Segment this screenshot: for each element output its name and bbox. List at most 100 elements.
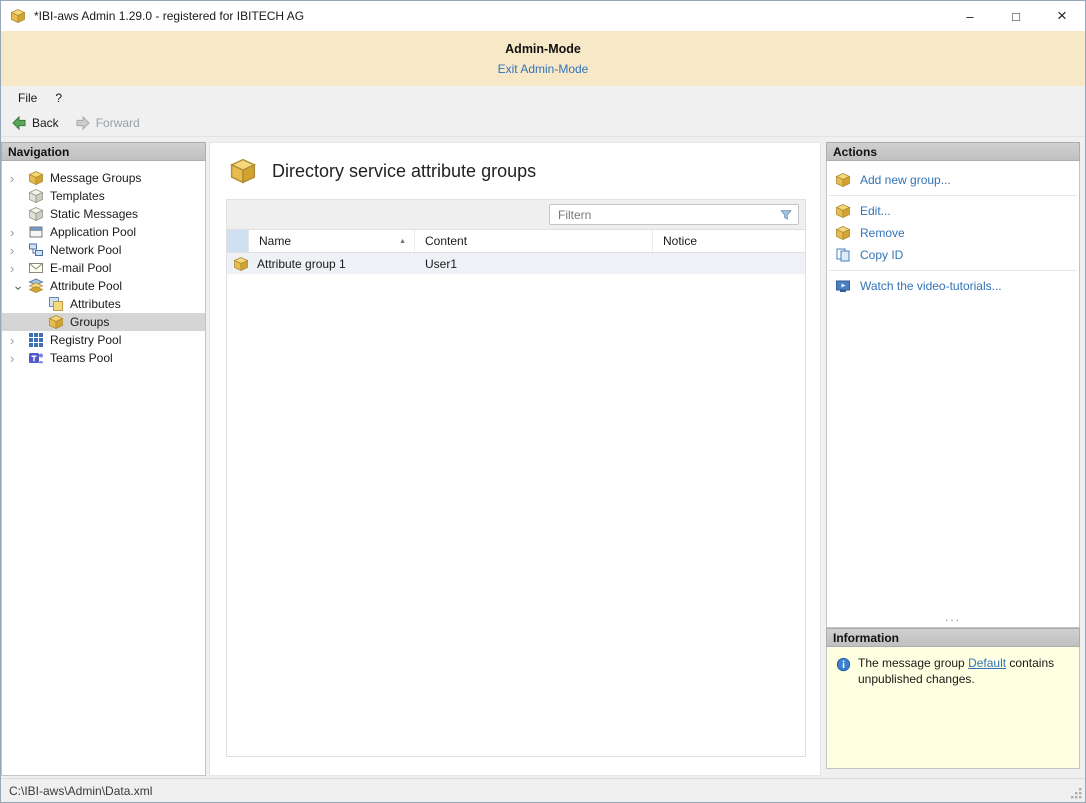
groups-list-view: Name ▲ Content Notice Attribute group 1 …	[226, 199, 806, 757]
sidebar-item-attribute-pool[interactable]: › Attribute Pool	[2, 277, 205, 295]
sidebar-item-label: Application Pool	[50, 225, 136, 239]
information-header: Information	[826, 628, 1080, 647]
back-button[interactable]: Back	[11, 115, 59, 131]
chevron-right-icon[interactable]: ›	[10, 352, 28, 365]
tool-bar: Back Forward	[1, 110, 1085, 137]
teams-pool-icon	[28, 350, 44, 366]
page-title: Directory service attribute groups	[272, 161, 536, 182]
remove-group-icon	[835, 225, 851, 241]
attribute-groups-icon	[228, 157, 258, 185]
table-row[interactable]: Attribute group 1 User1	[227, 253, 805, 274]
sidebar-item-registry-pool[interactable]: › Registry Pool	[2, 331, 205, 349]
close-button[interactable]: ×	[1039, 1, 1085, 31]
chevron-down-icon[interactable]: ›	[12, 279, 25, 297]
column-header-name[interactable]: Name ▲	[249, 230, 415, 252]
menu-bar: File ?	[1, 86, 1085, 110]
chevron-right-icon[interactable]: ›	[10, 262, 28, 275]
chevron-right-icon[interactable]: ›	[10, 226, 28, 239]
sidebar-item-message-groups[interactable]: › Message Groups	[2, 169, 205, 187]
menu-help[interactable]: ?	[46, 88, 71, 108]
status-bar: C:\IBI-aws\Admin\Data.xml	[1, 778, 1085, 802]
application-window: { "colors": { "link_blue": "#3273b8", "b…	[0, 0, 1086, 803]
information-body: The message group Default contains unpub…	[826, 647, 1080, 769]
edit-group-icon	[835, 203, 851, 219]
copy-icon	[835, 247, 851, 263]
network-pool-icon	[28, 242, 44, 258]
information-message: The message group Default contains unpub…	[858, 656, 1058, 760]
row-selector-column-header[interactable]	[227, 230, 249, 252]
column-header-notice[interactable]: Notice	[653, 230, 805, 252]
sidebar-item-label: Teams Pool	[50, 351, 113, 365]
sidebar-item-label: Network Pool	[50, 243, 121, 257]
cell-content: User1	[415, 257, 653, 271]
sidebar-item-static-messages[interactable]: Static Messages	[2, 205, 205, 223]
action-label: Edit...	[860, 204, 891, 218]
action-label: Remove	[860, 226, 905, 240]
action-label: Copy ID	[860, 248, 903, 262]
minimize-button[interactable]: –	[947, 1, 993, 31]
table-header-row: Name ▲ Content Notice	[227, 230, 805, 253]
page-title-row: Directory service attribute groups	[228, 157, 806, 185]
actions-list: Add new group... Edit... Remove Copy ID	[826, 161, 1080, 628]
add-group-icon	[835, 172, 851, 188]
forward-button[interactable]: Forward	[75, 115, 140, 131]
registry-pool-icon	[28, 332, 44, 348]
sort-ascending-icon: ▲	[399, 238, 406, 245]
sidebar-item-label: Attribute Pool	[50, 279, 122, 293]
navigation-panel: Navigation › Message Groups Templates St…	[1, 142, 206, 776]
sidebar-item-label: E-mail Pool	[50, 261, 111, 275]
copy-id-action[interactable]: Copy ID	[827, 244, 1079, 266]
filter-input[interactable]	[558, 208, 779, 222]
actions-panel: Actions Add new group... Edit... Remove	[826, 142, 1080, 628]
actions-header: Actions	[826, 142, 1080, 161]
filter-box	[549, 204, 799, 225]
filter-funnel-icon[interactable]	[779, 208, 793, 222]
sidebar-item-email-pool[interactable]: › E-mail Pool	[2, 259, 205, 277]
sidebar-item-teams-pool[interactable]: › Teams Pool	[2, 349, 205, 367]
back-label: Back	[32, 116, 59, 130]
sidebar-item-label: Templates	[50, 189, 105, 203]
sidebar-item-network-pool[interactable]: › Network Pool	[2, 241, 205, 259]
admin-mode-banner: Admin-Mode Exit Admin-Mode	[1, 31, 1085, 86]
chevron-right-icon[interactable]: ›	[10, 334, 28, 347]
column-label: Content	[425, 234, 467, 248]
exit-admin-mode-link[interactable]: Exit Admin-Mode	[498, 62, 589, 76]
edit-action[interactable]: Edit...	[827, 200, 1079, 222]
default-message-group-link[interactable]: Default	[968, 656, 1006, 670]
static-messages-icon	[28, 206, 44, 222]
navigation-header: Navigation	[1, 142, 206, 161]
information-panel: Information The message group Default co…	[826, 628, 1080, 769]
email-pool-icon	[28, 260, 44, 276]
title-bar: *IBI-aws Admin 1.29.0 - registered for I…	[1, 1, 1085, 31]
sidebar-item-label: Message Groups	[50, 171, 141, 185]
sidebar-item-application-pool[interactable]: › Application Pool	[2, 223, 205, 241]
maximize-button[interactable]: □	[993, 1, 1039, 31]
admin-mode-title: Admin-Mode	[1, 42, 1085, 56]
column-header-content[interactable]: Content	[415, 230, 653, 252]
forward-arrow-icon	[75, 115, 91, 131]
content-area: Navigation › Message Groups Templates St…	[1, 137, 1085, 778]
main-panel: Directory service attribute groups Name …	[209, 142, 821, 776]
column-label: Name	[259, 234, 291, 248]
add-new-group-action[interactable]: Add new group...	[827, 169, 1079, 191]
resize-grip[interactable]	[1070, 787, 1083, 800]
app-icon	[10, 8, 26, 24]
video-icon	[835, 278, 851, 294]
info-icon	[836, 657, 851, 672]
sidebar-item-groups[interactable]: Groups	[2, 313, 205, 331]
menu-file[interactable]: File	[9, 88, 46, 108]
sidebar-item-label: Attributes	[70, 297, 121, 311]
separator	[829, 195, 1077, 196]
chevron-right-icon[interactable]: ›	[10, 172, 28, 185]
sidebar-item-templates[interactable]: Templates	[2, 187, 205, 205]
sidebar-item-label: Groups	[70, 315, 109, 329]
action-label: Watch the video-tutorials...	[860, 279, 1002, 293]
watch-video-tutorials-action[interactable]: Watch the video-tutorials...	[827, 275, 1079, 297]
sidebar-item-attributes[interactable]: Attributes	[2, 295, 205, 313]
right-column: Actions Add new group... Edit... Remove	[826, 142, 1085, 776]
actions-overflow-indicator[interactable]: ...	[827, 610, 1079, 627]
back-arrow-icon	[11, 115, 27, 131]
status-file-path: C:\IBI-aws\Admin\Data.xml	[9, 784, 152, 798]
remove-action[interactable]: Remove	[827, 222, 1079, 244]
chevron-right-icon[interactable]: ›	[10, 244, 28, 257]
